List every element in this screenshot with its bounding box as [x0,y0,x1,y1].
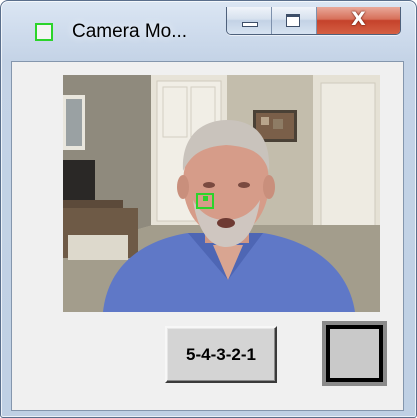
record-toggle-button[interactable] [322,321,387,386]
close-icon: X [351,8,366,30]
countdown-button[interactable]: 5-4-3-2-1 [165,326,277,383]
close-button[interactable]: X [317,7,400,34]
camera-feed [63,75,380,312]
client-area: 5-4-3-2-1 [11,61,404,411]
caption-buttons: X [226,7,401,35]
maximize-button[interactable] [272,7,317,34]
camera-monitor-window: Camera Mo... X 5-4-3-2-1 [0,0,417,418]
square-stop-icon [326,325,383,382]
minimize-icon [242,22,258,27]
app-icon[interactable] [35,23,53,41]
title-bar[interactable]: Camera Mo... X [1,1,416,61]
window-title: Camera Mo... [72,21,188,42]
maximize-icon [286,14,300,27]
minimize-button[interactable] [227,7,272,34]
